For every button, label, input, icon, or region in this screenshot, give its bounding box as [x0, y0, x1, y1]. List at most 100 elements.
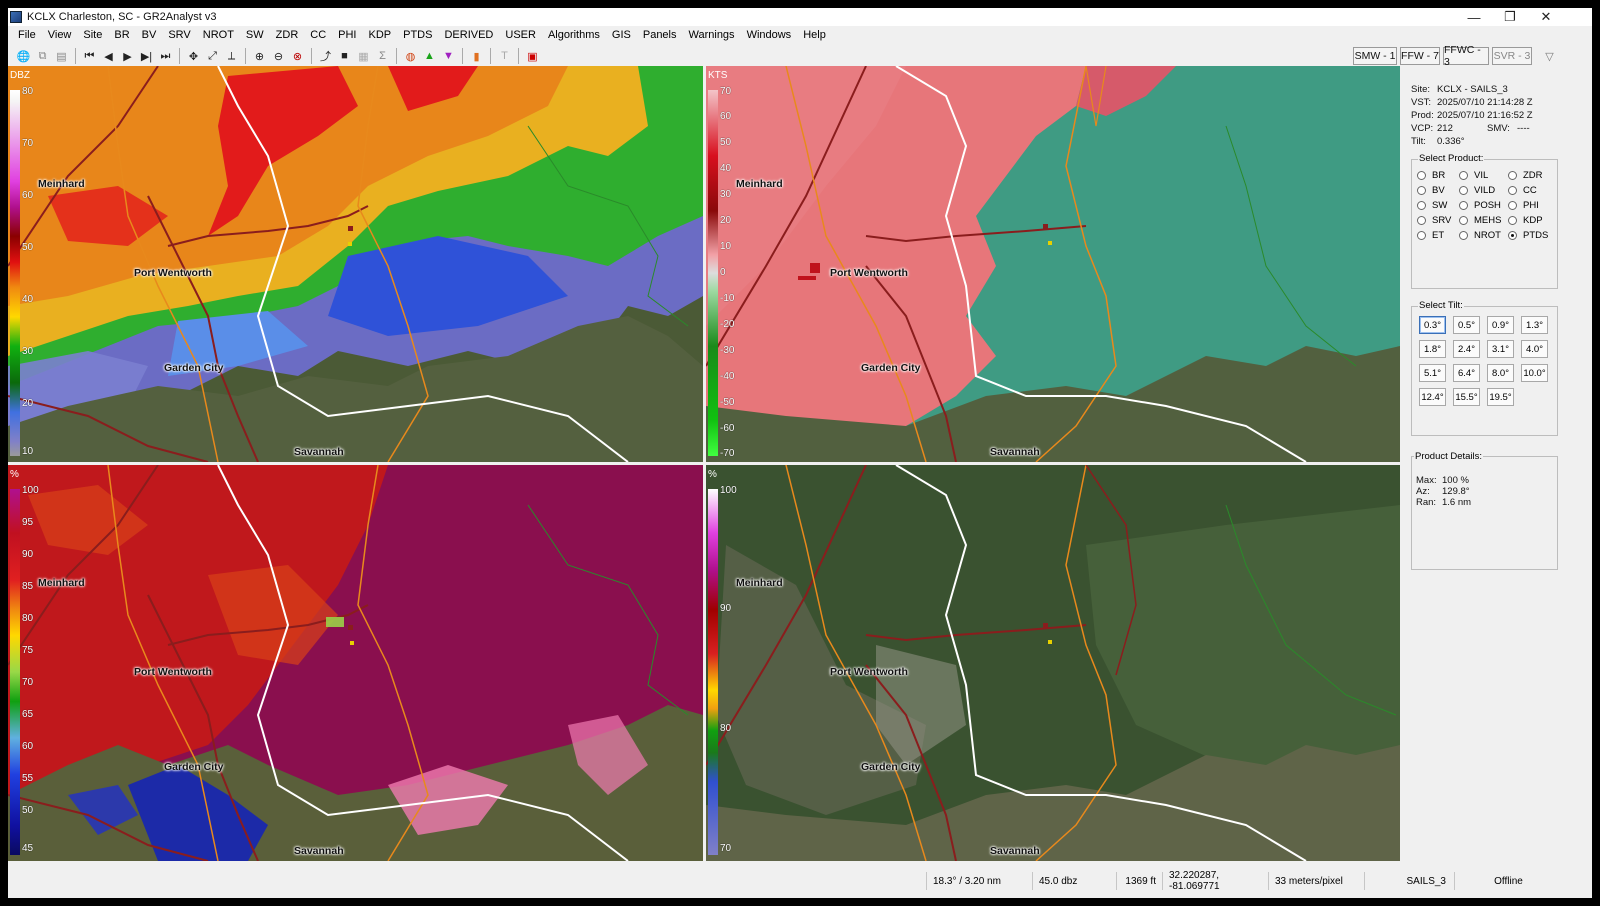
purple-triangle-icon[interactable]: ▼ [441, 48, 457, 64]
grid-icon[interactable]: ▦ [356, 48, 372, 64]
tilt-button-0-5[interactable]: 0.5° [1453, 316, 1480, 334]
previous-frame-icon[interactable]: ◀ [101, 48, 117, 64]
sum-icon[interactable]: Σ [375, 48, 391, 64]
product-radio-vild[interactable]: VILD [1459, 185, 1495, 196]
prod-label: Prod: [1411, 110, 1434, 121]
ffw-warning-button[interactable]: FFW - 7 [1400, 47, 1440, 65]
ptds-tick: 90 [720, 603, 732, 614]
product-radio-kdp[interactable]: KDP [1508, 215, 1543, 226]
correlation-coefficient-map[interactable] [8, 465, 703, 861]
velocity-panel[interactable]: KTS 70 60 50 40 30 20 10 0 -10 -20 -30 -… [706, 66, 1400, 462]
product-radio-phi[interactable]: PHI [1508, 200, 1539, 211]
product-radio-vil[interactable]: VIL [1459, 170, 1488, 181]
measure-icon[interactable]: ⤢ [205, 48, 221, 64]
menu-help[interactable]: Help [797, 29, 832, 41]
minimize-button[interactable]: — [1456, 8, 1492, 26]
product-radio-et[interactable]: ET [1417, 230, 1444, 241]
product-radio-srv[interactable]: SRV [1417, 215, 1451, 226]
ptds-tick: 80 [720, 723, 732, 734]
menu-site[interactable]: Site [77, 29, 108, 41]
product-radio-mehs[interactable]: MEHS [1459, 215, 1501, 226]
green-triangle-icon[interactable]: ▲ [422, 48, 438, 64]
product-radio-bv[interactable]: BV [1417, 185, 1445, 196]
menu-zdr[interactable]: ZDR [270, 29, 305, 41]
first-frame-icon[interactable]: ⏮ [82, 48, 98, 64]
maximize-button[interactable]: ❐ [1492, 8, 1528, 26]
toolbar-separator [490, 48, 491, 64]
tilt-button-0-3[interactable]: 0.3° [1419, 316, 1446, 334]
tilt-button-10-0[interactable]: 10.0° [1521, 364, 1548, 382]
product-radio-nrot[interactable]: NROT [1459, 230, 1501, 241]
pan-icon[interactable]: ✥ [186, 48, 202, 64]
menu-cc[interactable]: CC [304, 29, 332, 41]
menu-gis[interactable]: GIS [606, 29, 637, 41]
menu-nrot[interactable]: NROT [197, 29, 240, 41]
stop-icon[interactable]: ■ [337, 48, 353, 64]
ffwc-warning-button[interactable]: FFWC - 3 [1443, 44, 1489, 68]
tilt-button-15-5[interactable]: 15.5° [1453, 388, 1480, 406]
app-icon [10, 11, 22, 23]
tilt-button-12-4[interactable]: 12.4° [1419, 388, 1446, 406]
status-mode: SAILS_3 [1364, 872, 1454, 890]
product-details-title: Product Details: [1414, 451, 1484, 462]
menu-phi[interactable]: PHI [332, 29, 362, 41]
product-radio-zdr[interactable]: ZDR [1508, 170, 1543, 181]
product-radio-br[interactable]: BR [1417, 170, 1445, 181]
smw-warning-button[interactable]: SMW - 1 [1353, 47, 1397, 65]
reflectivity-map[interactable] [8, 66, 703, 462]
play-icon[interactable]: ▶ [120, 48, 136, 64]
ptds-map[interactable] [706, 465, 1400, 861]
save-icon[interactable]: ▤ [54, 48, 70, 64]
tilt-button-8-0[interactable]: 8.0° [1487, 364, 1514, 382]
text-tool-icon[interactable]: T [497, 48, 513, 64]
menu-warnings[interactable]: Warnings [683, 29, 741, 41]
zoom-in-icon[interactable]: ⊕ [252, 48, 268, 64]
pointer-icon[interactable]: ⤴ [318, 48, 334, 64]
correlation-coefficient-panel[interactable]: % 100 95 90 85 80 75 70 65 60 55 50 45 M… [8, 465, 703, 861]
tilt-button-1-8[interactable]: 1.8° [1419, 340, 1446, 358]
reflectivity-panel[interactable]: DBZ 80 70 60 50 40 30 20 10 Meinhard Por… [8, 66, 703, 462]
menu-algorithms[interactable]: Algorithms [542, 29, 606, 41]
menu-file[interactable]: File [12, 29, 42, 41]
menu-panels[interactable]: Panels [637, 29, 683, 41]
color-table-icon[interactable]: ◍ [403, 48, 419, 64]
menu-sw[interactable]: SW [240, 29, 270, 41]
zoom-out-icon[interactable]: ⊖ [271, 48, 287, 64]
filter-icon[interactable]: ▽ [1542, 48, 1558, 64]
tilt-button-2-4[interactable]: 2.4° [1453, 340, 1480, 358]
menu-kdp[interactable]: KDP [363, 29, 398, 41]
menu-ptds[interactable]: PTDS [397, 29, 438, 41]
menu-derived[interactable]: DERIVED [438, 29, 499, 41]
product-label: MEHS [1474, 215, 1502, 226]
record-icon[interactable]: ▣ [525, 48, 541, 64]
menu-bv[interactable]: BV [136, 29, 163, 41]
menu-br[interactable]: BR [108, 29, 135, 41]
last-frame-icon[interactable]: ⏭ [158, 48, 174, 64]
tilt-button-4-0[interactable]: 4.0° [1521, 340, 1548, 358]
menu-srv[interactable]: SRV [162, 29, 196, 41]
menu-user[interactable]: USER [499, 29, 542, 41]
tilt-button-0-9[interactable]: 0.9° [1487, 316, 1514, 334]
zoom-reset-icon[interactable]: ⊗ [290, 48, 306, 64]
product-radio-cc[interactable]: CC [1508, 185, 1537, 196]
copy-icon[interactable]: ⧉ [35, 48, 51, 64]
layer-icon[interactable]: ▮ [469, 48, 485, 64]
tilt-button-5-1[interactable]: 5.1° [1419, 364, 1446, 382]
cross-section-icon[interactable]: ⟂ [224, 48, 240, 64]
tilt-button-1-3[interactable]: 1.3° [1521, 316, 1548, 334]
product-radio-sw[interactable]: SW [1417, 200, 1447, 211]
tilt-button-6-4[interactable]: 6.4° [1453, 364, 1480, 382]
next-frame-icon[interactable]: ▶| [139, 48, 155, 64]
close-button[interactable]: ✕ [1528, 8, 1564, 26]
ptds-panel[interactable]: % 100 90 80 70 Meinhard Port Wentworth G… [706, 465, 1400, 861]
menu-windows[interactable]: Windows [741, 29, 798, 41]
velocity-map[interactable] [706, 66, 1400, 462]
tilt-button-19-5[interactable]: 19.5° [1487, 388, 1514, 406]
menu-view[interactable]: View [42, 29, 78, 41]
open-site-icon[interactable]: 🌐 [16, 48, 32, 64]
tilt-button-3-1[interactable]: 3.1° [1487, 340, 1514, 358]
product-radio-posh[interactable]: POSH [1459, 200, 1501, 211]
product-radio-ptds[interactable]: PTDS [1508, 230, 1548, 241]
max-value: 100 % [1442, 475, 1469, 486]
svr-warning-button[interactable]: SVR - 3 [1492, 47, 1532, 65]
